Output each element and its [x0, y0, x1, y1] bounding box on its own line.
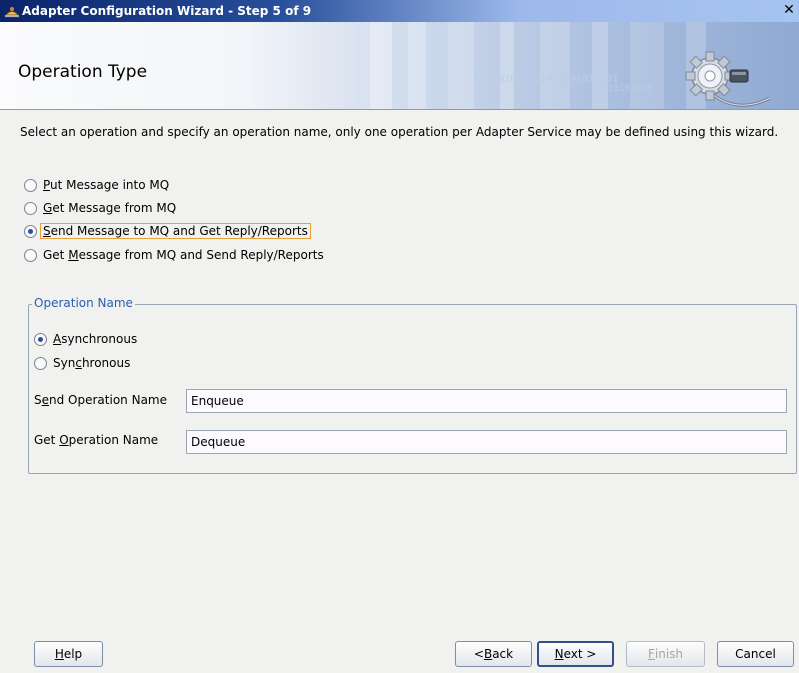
- radio-button-selected[interactable]: [24, 224, 37, 238]
- radio-get-message[interactable]: Get Message from MQ: [24, 199, 176, 217]
- next-button[interactable]: Next >: [537, 641, 614, 667]
- cancel-button[interactable]: Cancel: [717, 641, 794, 667]
- radio-button[interactable]: [24, 201, 37, 215]
- close-button[interactable]: ✕: [781, 3, 797, 19]
- radio-button[interactable]: [24, 248, 37, 262]
- radio-label: Synchronous: [53, 356, 131, 370]
- radio-label: Asynchronous: [53, 332, 138, 346]
- page-title: Operation Type: [18, 62, 148, 82]
- app-icon: [4, 7, 20, 18]
- send-operation-name-input[interactable]: [186, 389, 787, 413]
- group-legend: Operation Name: [32, 296, 135, 310]
- get-operation-name-label: Get Operation Name: [34, 433, 159, 447]
- radio-label: Get Message from MQ: [43, 201, 177, 215]
- radio-asynchronous[interactable]: Asynchronous: [34, 330, 137, 348]
- radio-get-send-reply[interactable]: Get Message from MQ and Send Reply/Repor…: [24, 246, 324, 264]
- finish-button[interactable]: Finish: [626, 641, 705, 667]
- radio-label: Send Message to MQ and Get Reply/Reports: [40, 223, 311, 239]
- radio-button-selected[interactable]: [34, 332, 47, 346]
- get-operation-name-input[interactable]: [186, 430, 787, 454]
- radio-send-get-reply[interactable]: Send Message to MQ and Get Reply/Reports: [24, 222, 311, 240]
- help-button[interactable]: Help: [34, 641, 103, 667]
- radio-put-message[interactable]: Put Message into MQ: [24, 176, 169, 194]
- radio-label: Put Message into MQ: [43, 178, 170, 192]
- radio-button[interactable]: [34, 356, 47, 370]
- header-decoration: [370, 22, 706, 109]
- close-icon: ✕: [783, 2, 795, 18]
- send-operation-name-label: Send Operation Name: [34, 393, 167, 407]
- gear-icon: [685, 51, 771, 107]
- title-bar: Adapter Configuration Wizard - Step 5 of…: [0, 0, 799, 22]
- binary-decoration-2: 01010101010: [592, 84, 652, 94]
- wizard-header: 010101010101010101010101 01010101010 Ope…: [0, 22, 799, 110]
- instructions-text: Select an operation and specify an opera…: [20, 125, 779, 139]
- window-title: Adapter Configuration Wizard - Step 5 of…: [22, 4, 312, 18]
- wizard-window: Adapter Configuration Wizard - Step 5 of…: [0, 0, 799, 673]
- back-button[interactable]: < Back: [455, 641, 532, 667]
- radio-button[interactable]: [24, 178, 37, 192]
- radio-synchronous[interactable]: Synchronous: [34, 354, 130, 372]
- radio-label: Get Message from MQ and Send Reply/Repor…: [43, 248, 324, 262]
